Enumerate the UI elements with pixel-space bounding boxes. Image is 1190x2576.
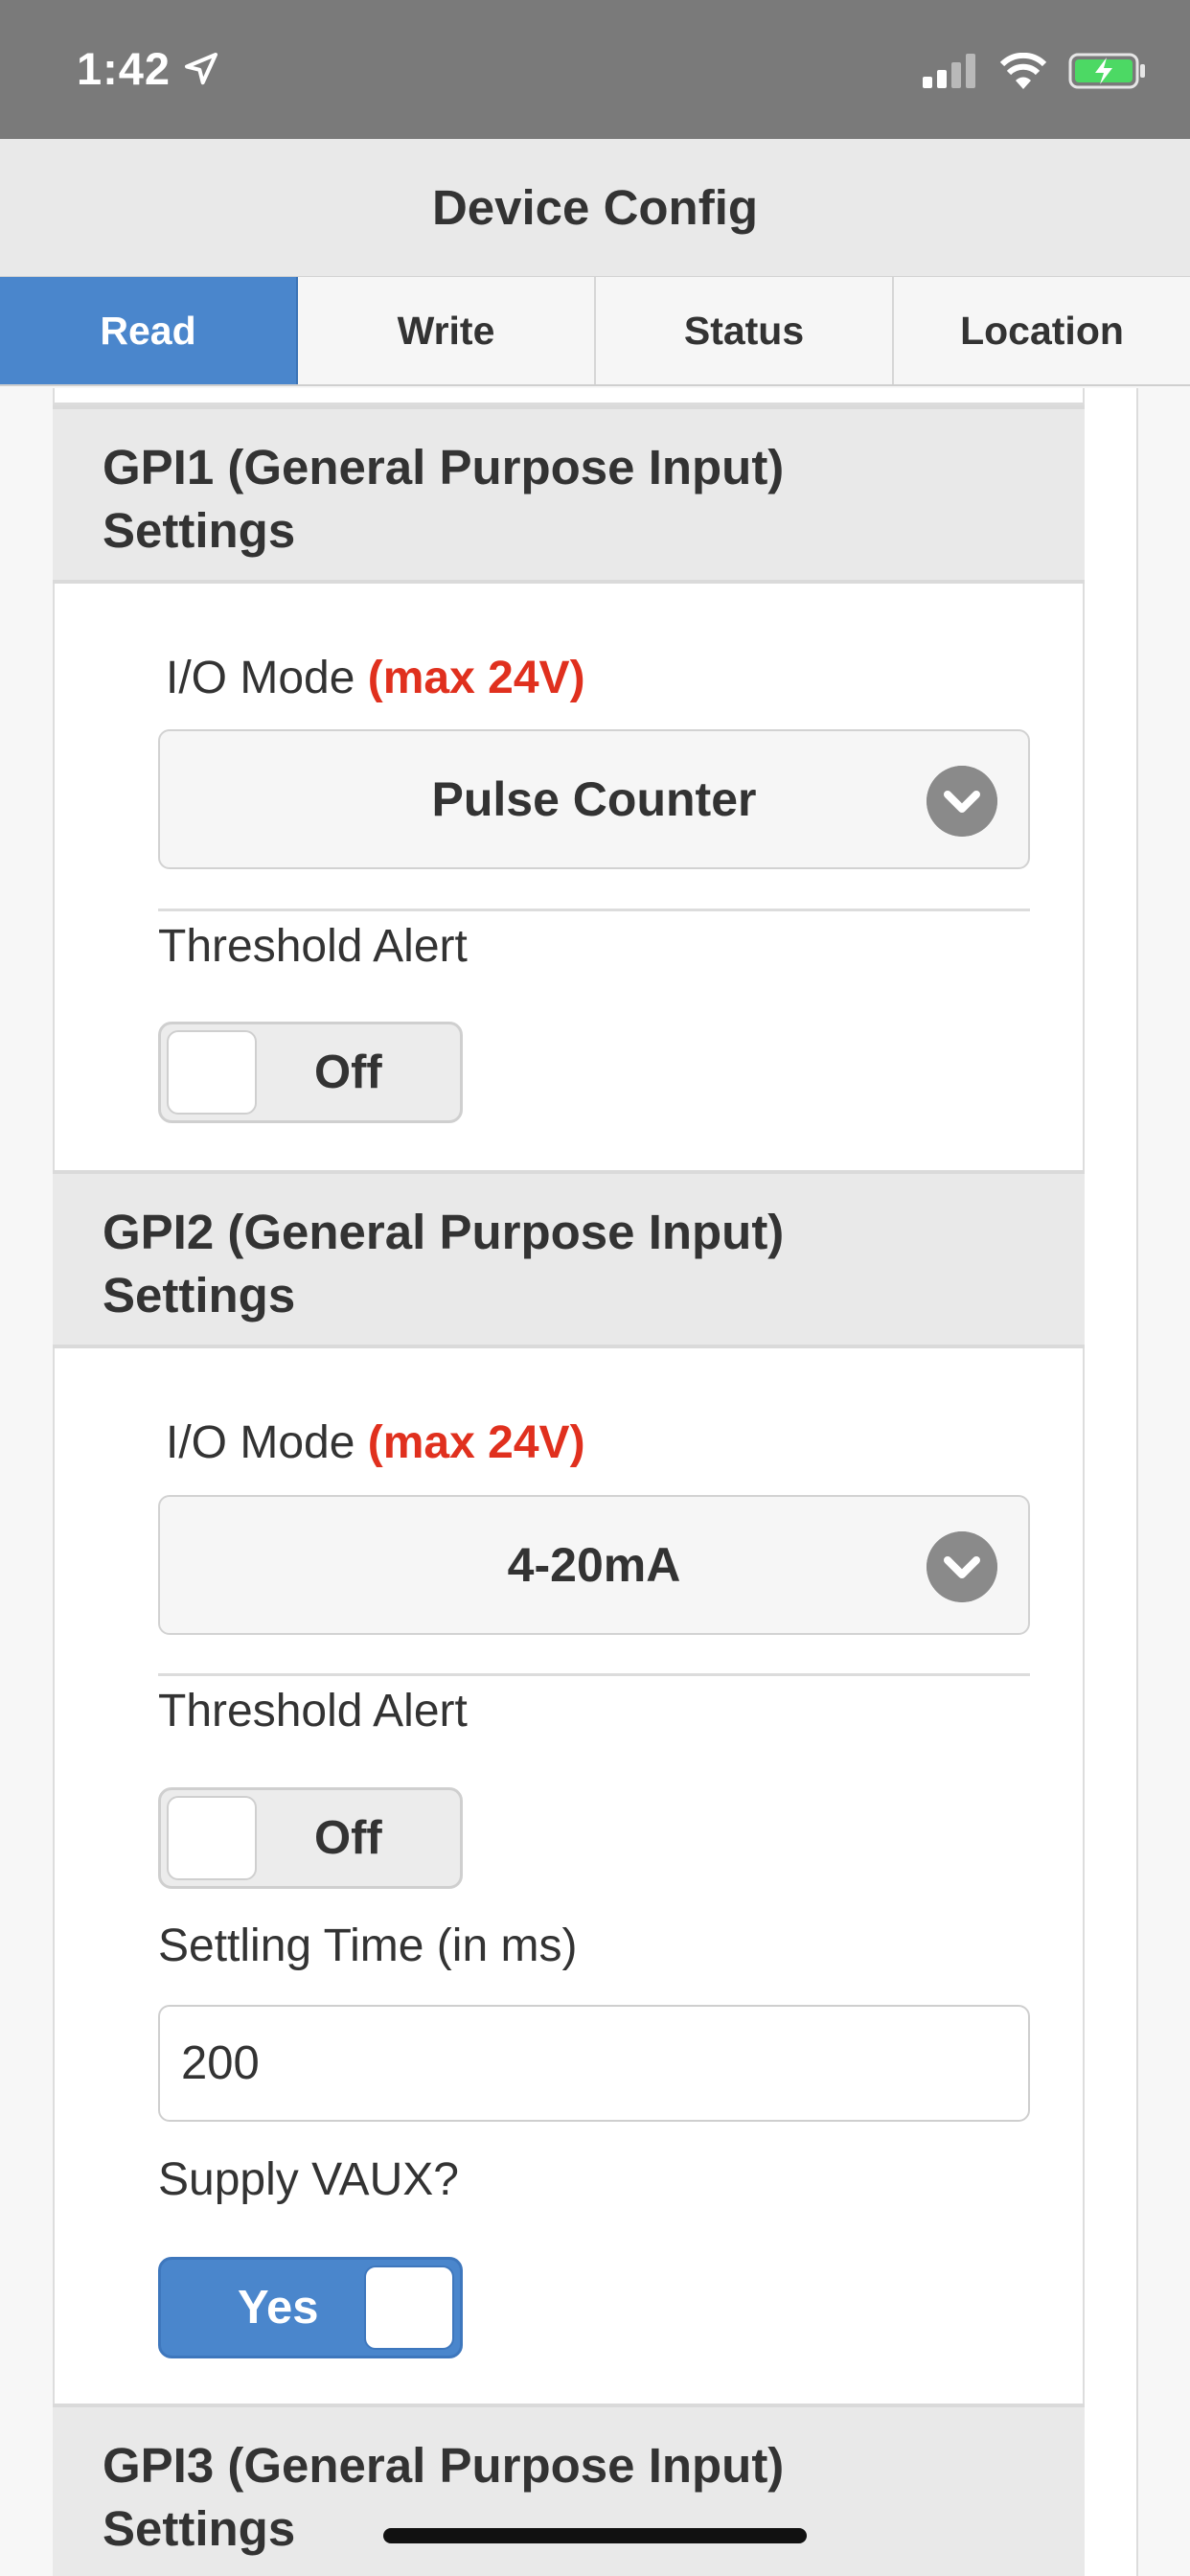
- tab-bar: Read Write Status Location: [0, 277, 1190, 386]
- gpi2-section-header: GPI2 (General Purpose Input) Settings: [53, 1170, 1085, 1348]
- page-title: Device Config: [431, 180, 759, 235]
- gpi3-section-header: GPI3 (General Purpose Input) Settings: [53, 2404, 1085, 2576]
- gpi2-threshold-label: Threshold Alert: [158, 1686, 468, 1736]
- home-indicator[interactable]: [383, 2528, 807, 2543]
- io-mode-text: I/O Mode: [166, 1417, 355, 1468]
- divider: [158, 1673, 1030, 1676]
- io-mode-text: I/O Mode: [166, 653, 355, 703]
- gpi2-title-line1: GPI2 (General Purpose Input): [103, 1205, 785, 1259]
- gpi1-io-mode-select[interactable]: Pulse Counter: [158, 729, 1030, 869]
- gpi2-io-mode-select[interactable]: 4-20mA: [158, 1495, 1030, 1635]
- gpi1-io-mode-value: Pulse Counter: [431, 772, 757, 826]
- wifi-icon: [999, 53, 1047, 89]
- status-bar: 1:42: [0, 0, 1190, 139]
- gpi2-settling-label: Settling Time (in ms): [158, 1920, 578, 1971]
- gpi1-title-line1: GPI1 (General Purpose Input): [103, 440, 785, 494]
- settling-time-input[interactable]: [158, 2005, 1030, 2122]
- previous-card: [53, 388, 1085, 405]
- gpi2-io-mode-value: 4-20mA: [507, 1538, 681, 1592]
- app-header: Device Config: [0, 139, 1190, 277]
- cellular-signal-icon: [923, 54, 975, 88]
- gpi1-threshold-label: Threshold Alert: [158, 921, 468, 972]
- status-time: 1:42: [77, 43, 172, 94]
- io-mode-warning: (max 24V): [367, 653, 585, 703]
- gpi1-section-header: GPI1 (General Purpose Input) Settings: [53, 405, 1085, 584]
- divider: [158, 908, 1030, 911]
- io-mode-warning: (max 24V): [367, 1417, 585, 1468]
- toggle-knob: [167, 1796, 257, 1880]
- gpi2-vaux-label: Supply VAUX?: [158, 2154, 459, 2205]
- chevron-down-icon: [927, 1531, 997, 1602]
- chevron-down-icon: [927, 766, 997, 837]
- gpi2-io-mode-label: I/O Mode (max 24V): [166, 1416, 585, 1469]
- toggle-state-text: Off: [314, 1812, 382, 1864]
- toggle-state-text: Off: [314, 1046, 382, 1098]
- battery-charging-icon: [1068, 53, 1145, 89]
- gpi1-title-line2: Settings: [103, 503, 296, 558]
- toggle-knob: [167, 1030, 257, 1115]
- tab-status[interactable]: Status: [596, 277, 894, 384]
- supply-vaux-toggle[interactable]: Yes: [158, 2257, 463, 2358]
- tab-location[interactable]: Location: [894, 277, 1190, 384]
- location-arrow-icon: [185, 53, 217, 85]
- gpi3-title-line1: GPI3 (General Purpose Input): [103, 2438, 785, 2493]
- toggle-state-text: Yes: [238, 2282, 319, 2334]
- gpi2-threshold-toggle[interactable]: Off: [158, 1787, 463, 1889]
- gpi1-threshold-toggle[interactable]: Off: [158, 1022, 463, 1123]
- gpi2-title-line2: Settings: [103, 1268, 296, 1322]
- toggle-knob: [364, 2266, 454, 2350]
- tab-read[interactable]: Read: [0, 277, 298, 384]
- gpi1-io-mode-label: I/O Mode (max 24V): [166, 652, 585, 704]
- tab-write[interactable]: Write: [298, 277, 596, 384]
